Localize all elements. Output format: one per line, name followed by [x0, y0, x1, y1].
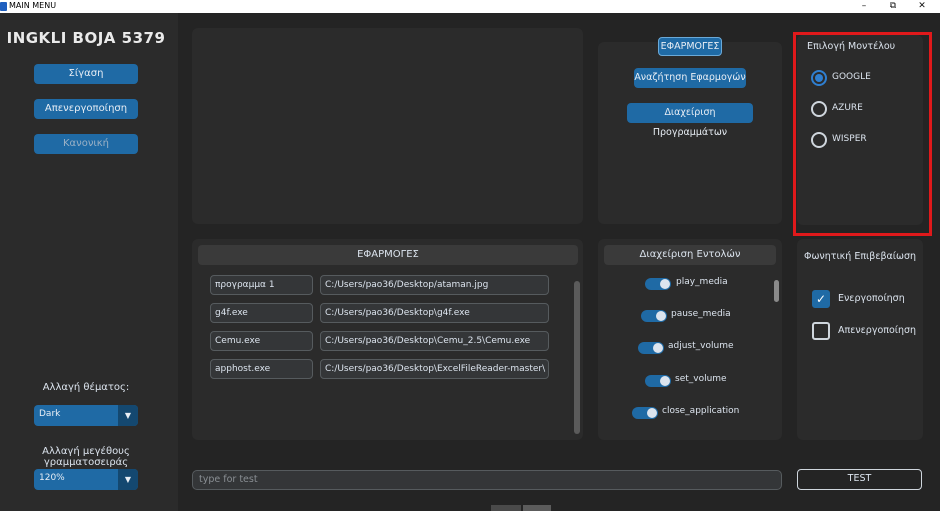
bottom-handle — [491, 505, 521, 511]
toggle-switch[interactable] — [641, 310, 667, 322]
chevron-down-icon[interactable]: ▼ — [118, 405, 138, 426]
app-path-field[interactable]: C:/Users/pao36/Desktop\ExcelFileReader-m… — [320, 359, 549, 379]
app-name-field[interactable]: Cemu.exe — [210, 331, 313, 351]
user-name: INGKLI BOJA 5379 — [6, 29, 166, 47]
command-toggle-row[interactable]: play_media — [645, 277, 735, 291]
app-path-field[interactable]: C:/Users/pao36/Desktop\g4f.exe — [320, 303, 549, 323]
apps-list-header: ΕΦΑΡΜΟΓΕΣ — [198, 245, 578, 265]
bottom-handle — [523, 505, 551, 511]
app-name-field[interactable]: g4f.exe — [210, 303, 313, 323]
sidebar: INGKLI BOJA 5379 Σίγαση Απενεργοποίηση Κ… — [0, 13, 178, 511]
command-label: set_volume — [675, 374, 727, 384]
command-toggle-row[interactable]: adjust_volume — [638, 341, 748, 355]
theme-value: Dark — [39, 409, 61, 419]
commands-scrollbar[interactable] — [774, 280, 779, 302]
command-toggle-row[interactable]: set_volume — [645, 374, 735, 388]
command-toggle-row[interactable]: close_application — [632, 406, 747, 420]
mute-button[interactable]: Σίγαση — [34, 64, 138, 84]
voice-confirm-title: Φωνητική Επιβεβαίωση — [803, 251, 916, 262]
app-icon — [0, 2, 7, 11]
toggle-switch[interactable] — [632, 407, 658, 419]
font-size-label: Αλλαγή μεγέθους γραμματοσειράς — [42, 446, 130, 468]
test-input[interactable]: type for test — [192, 470, 782, 490]
command-label: adjust_volume — [668, 341, 734, 351]
toggle-switch[interactable] — [638, 342, 664, 354]
maximize-button[interactable]: ⧉ — [879, 0, 907, 13]
disable-button[interactable]: Απενεργοποίηση — [34, 99, 138, 119]
title-bar: MAIN MENU – ⧉ ✕ — [0, 0, 940, 13]
check-icon: ✓ — [815, 292, 827, 306]
font-size-value: 120% — [39, 473, 65, 483]
highlight-annotation — [793, 32, 932, 236]
enable-label: Ενεργοποίηση — [838, 293, 905, 304]
tab-apps[interactable]: ΕΦΑΡΜΟΓΕΣ — [658, 37, 722, 56]
apps-list-scrollbar[interactable] — [574, 281, 580, 434]
close-button[interactable]: ✕ — [908, 0, 936, 13]
normal-button[interactable]: Κανονική — [34, 134, 138, 154]
disable-checkbox[interactable] — [812, 322, 830, 340]
app-path-field[interactable]: C:/Users/pao36/Desktop/ataman.jpg — [320, 275, 549, 295]
theme-select[interactable]: Dark ▼ — [34, 405, 138, 426]
manage-programs-button[interactable]: Διαχείριση Προγραμμάτων — [627, 103, 753, 138]
toggle-switch[interactable] — [645, 278, 671, 290]
command-label: play_media — [676, 277, 728, 287]
test-button[interactable]: TEST — [797, 469, 922, 490]
toggle-switch[interactable] — [645, 375, 671, 387]
enable-checkbox[interactable]: ✓ — [812, 290, 830, 308]
command-toggle-row[interactable]: pause_media — [641, 309, 741, 323]
display-frame — [192, 28, 583, 224]
app-name-field[interactable]: προγραμμα 1 — [210, 275, 313, 295]
font-size-select[interactable]: 120% ▼ — [34, 469, 138, 490]
disable-label: Απενεργοποίηση — [838, 325, 917, 336]
command-label: pause_media — [671, 309, 731, 319]
command-label: close_application — [662, 406, 740, 416]
chevron-down-icon[interactable]: ▼ — [118, 469, 138, 490]
window-title: MAIN MENU — [9, 1, 57, 10]
theme-label: Αλλαγή θέματος: — [42, 382, 130, 393]
app-name-field[interactable]: apphost.exe — [210, 359, 313, 379]
commands-header: Διαχείριση Εντολών — [604, 245, 776, 265]
app-path-field[interactable]: C:/Users/pao36/Desktop\Cemu_2.5\Cemu.exe — [320, 331, 549, 351]
search-apps-button[interactable]: Αναζήτηση Εφαρμογών — [634, 68, 746, 88]
minimize-button[interactable]: – — [850, 0, 878, 13]
